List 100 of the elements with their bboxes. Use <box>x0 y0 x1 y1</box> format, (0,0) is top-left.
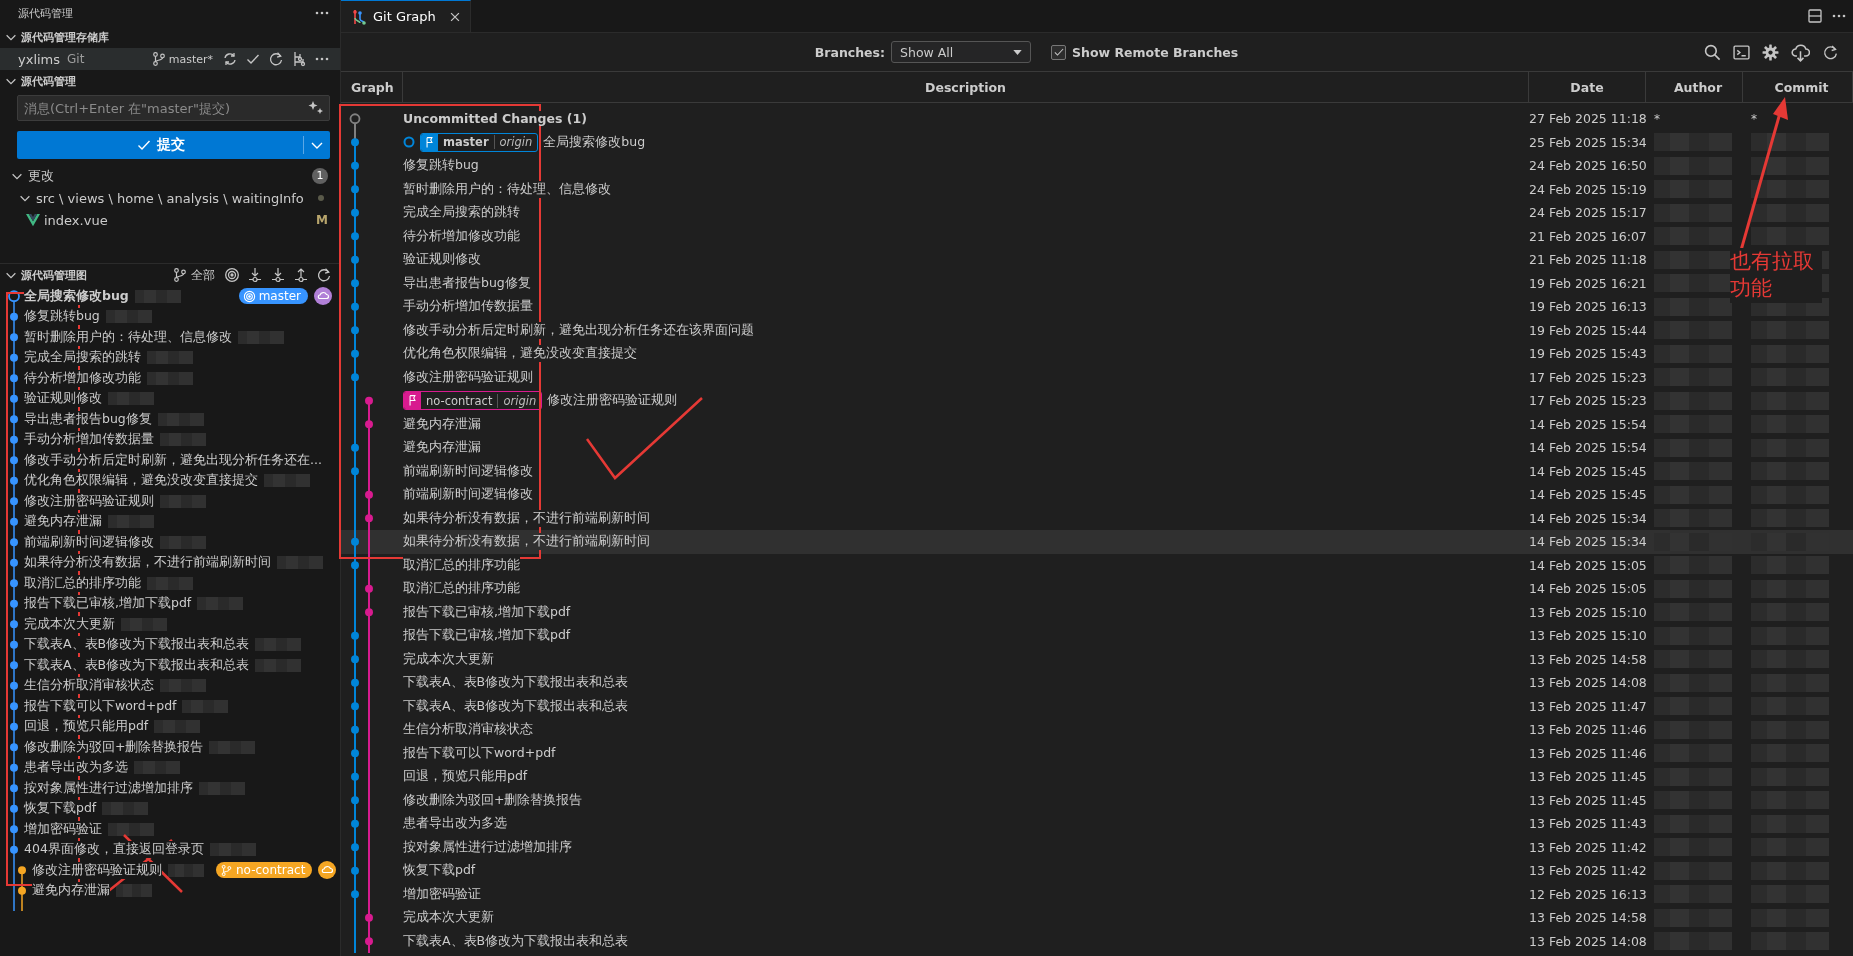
commit-message[interactable]: 报告下载已审核,增加下载pdf <box>403 603 571 621</box>
commit-message[interactable]: 报告下载可以下word+pdf <box>403 744 556 762</box>
commit-message[interactable]: 患者导出改为多选 <box>24 759 128 777</box>
editor-tab[interactable]: Git Graph <box>341 0 471 32</box>
pull-icon[interactable] <box>270 267 286 283</box>
commit-message[interactable]: 回退，预览只能用pdf <box>24 718 149 736</box>
commit-message[interactable]: 导出患者报告bug修复 <box>403 274 531 292</box>
settings-icon[interactable] <box>1762 43 1779 61</box>
commit-message[interactable]: 完成本次大更新 <box>403 650 494 668</box>
commit-message[interactable]: 回退，预览只能用pdf <box>403 768 528 786</box>
checkbox[interactable] <box>1051 44 1067 60</box>
commit-message[interactable]: 报告下载可以下word+pdf <box>24 697 177 715</box>
commit-message[interactable]: 如果待分析没有数据，不进行前端刷新时间 <box>403 533 650 551</box>
commit-message[interactable]: 如果待分析没有数据，不进行前端刷新时间 <box>403 509 650 527</box>
target-icon[interactable] <box>224 267 240 283</box>
date-cell: 13 Feb 2025 11:47 <box>1529 698 1646 714</box>
commit-message[interactable]: 增加密码验证 <box>403 885 481 903</box>
repository-row[interactable]: yxlims Git master* <box>0 48 340 70</box>
commit-message[interactable]: 报告下载已审核,增加下载pdf <box>24 595 192 613</box>
commit-message[interactable]: 生信分析取消审核状态 <box>24 677 154 695</box>
sparkle-icon[interactable] <box>308 100 324 116</box>
commit-message[interactable]: 修改注册密码验证规则 <box>32 861 162 879</box>
commit-message[interactable]: 下载表A、表B修改为下载报出表和总表 <box>403 932 629 950</box>
remote-name: origin <box>502 393 538 408</box>
commit-message[interactable]: 恢复下载pdf <box>403 862 476 880</box>
column-header[interactable]: Author <box>1646 72 1743 102</box>
commit-message[interactable]: 下载表A、表B修改为下载报出表和总表 <box>24 636 250 654</box>
graph-icon[interactable] <box>291 51 307 67</box>
terminal-icon[interactable] <box>1733 43 1750 61</box>
date-cell: 19 Feb 2025 15:43 <box>1529 346 1646 362</box>
date-cell: 14 Feb 2025 15:34 <box>1529 534 1646 550</box>
field-label: Branches: <box>814 44 886 60</box>
commit-message[interactable]: 报告下载已审核,增加下载pdf <box>403 627 571 645</box>
branch-filter[interactable]: 全部 <box>191 266 215 284</box>
date-cell: 14 Feb 2025 15:54 <box>1529 416 1646 432</box>
commit-message[interactable]: 修改注册密码验证规则 <box>403 368 533 386</box>
section-heading[interactable]: 源代码管理存储库 <box>21 29 109 45</box>
commit-message[interactable]: 修复跳转bug <box>403 157 479 175</box>
commit-message[interactable]: 手动分析增加传数据量 <box>24 431 154 449</box>
column-header[interactable]: Description <box>403 72 1529 102</box>
refresh-icon[interactable] <box>268 51 284 67</box>
date-cell: 13 Feb 2025 14:08 <box>1529 933 1646 949</box>
search-icon[interactable] <box>1704 43 1721 61</box>
commit-message[interactable]: 完成本次大更新 <box>24 615 115 633</box>
section-heading[interactable]: 源代码管理图 <box>21 267 87 283</box>
sync-icon[interactable] <box>222 51 238 67</box>
commit-message[interactable]: 避免内存泄漏 <box>24 513 102 531</box>
commit-message[interactable]: 完成全局搜索的跳转 <box>24 349 141 367</box>
count-badge: 1 <box>312 168 328 184</box>
commit-message[interactable]: 全局搜索修改bug <box>24 287 129 305</box>
branch-dropdown[interactable]: Show All <box>891 41 1032 63</box>
commit-message[interactable]: 修改删除为驳回+删除替换报告 <box>24 738 204 756</box>
commit-message[interactable]: 增加密码验证 <box>24 820 102 838</box>
commit-message[interactable]: 暂时删除用户的：待处理、信息修改 <box>403 180 611 198</box>
commit-message[interactable]: 前端刷新时间逻辑修改 <box>403 462 533 480</box>
section-heading[interactable]: 源代码管理 <box>21 73 76 89</box>
refresh-icon[interactable] <box>1822 43 1839 61</box>
branch-name[interactable]: master* <box>168 52 213 66</box>
commit-message[interactable]: 下载表A、表B修改为下载报出表和总表 <box>24 656 250 674</box>
commit-button[interactable]: 提交 <box>17 131 330 159</box>
date-cell: 13 Feb 2025 11:46 <box>1529 722 1646 738</box>
refresh-icon[interactable] <box>316 267 332 283</box>
commit-message[interactable]: 待分析增加修改功能 <box>403 227 520 245</box>
commit-message[interactable]: 修改手动分析后定时刷新，避免出现分析任务还在... <box>24 451 322 469</box>
commit-message[interactable]: 全局搜索修改bug <box>543 133 646 151</box>
commit-message[interactable]: 待分析增加修改功能 <box>24 369 141 387</box>
commit-message[interactable]: 取消汇总的排序功能 <box>403 556 520 574</box>
commit-message[interactable]: 取消汇总的排序功能 <box>24 574 141 592</box>
commit-message[interactable]: 导出患者报告bug修复 <box>24 410 152 428</box>
file-name[interactable]: index.vue <box>44 212 108 228</box>
push-icon[interactable] <box>293 267 309 283</box>
column-header[interactable]: Date <box>1529 72 1646 102</box>
commit-message[interactable]: 验证规则修改 <box>24 390 102 408</box>
commit-message[interactable]: 优化角色权限编辑，避免没改变直接提交 <box>24 472 258 490</box>
date-cell: 13 Feb 2025 11:46 <box>1529 745 1646 761</box>
commit-message[interactable]: 下载表A、表B修改为下载报出表和总表 <box>403 697 629 715</box>
commit-message[interactable]: 如果待分析没有数据，不进行前端刷新时间 <box>24 554 271 572</box>
tab-label: Git Graph <box>373 9 436 24</box>
column-header[interactable]: Graph <box>341 72 403 102</box>
commit-message[interactable]: 修改删除为驳回+删除替换报告 <box>403 791 583 809</box>
commit-message[interactable]: 404界面修改，直接返回登录页 <box>24 841 204 859</box>
commit-message[interactable]: 按对象属性进行过滤增加排序 <box>403 838 572 856</box>
split-editor-icon[interactable] <box>1807 8 1823 24</box>
commit-message[interactable]: Uncommitted Changes (1) <box>403 111 587 127</box>
folder-path[interactable]: src \ views \ home \ analysis \ waitingInfo <box>36 190 304 206</box>
cloud-download-icon[interactable] <box>1791 42 1810 62</box>
commit-message[interactable]: 避免内存泄漏 <box>403 415 481 433</box>
tree-item[interactable]: 更改 <box>28 167 54 185</box>
commit-message[interactable]: 优化角色权限编辑，避免没改变直接提交 <box>403 345 637 363</box>
commit-message[interactable]: 前端刷新时间逻辑修改 <box>24 533 154 551</box>
branch-tag[interactable]: no-contract origin <box>403 391 543 411</box>
fetch-icon[interactable] <box>247 267 263 283</box>
commit-message[interactable]: 修改注册密码验证规则 <box>24 492 154 510</box>
commit-message[interactable]: 修改手动分析后定时刷新，避免出现分析任务还在该界面问题 <box>403 321 754 339</box>
message-field[interactable]: 消息(Ctrl+Enter 在"master"提交) <box>17 95 330 121</box>
commit-message[interactable]: 暂时删除用户的：待处理、信息修改 <box>24 328 232 346</box>
commit-message[interactable]: 按对象属性进行过滤增加排序 <box>24 779 193 797</box>
commit-message[interactable]: 修复跳转bug <box>24 308 100 326</box>
branch-tag[interactable]: master origin <box>420 132 539 152</box>
commit-message[interactable]: 恢复下载pdf <box>24 800 97 818</box>
